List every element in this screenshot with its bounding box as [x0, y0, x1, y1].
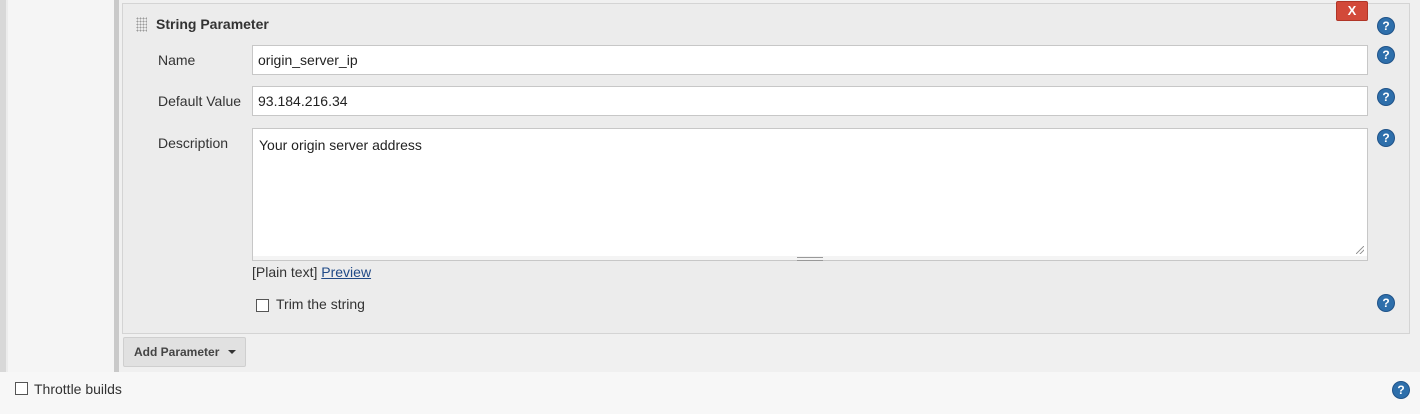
resize-grip-icon[interactable] [1356, 246, 1364, 254]
nesting-bar [114, 0, 119, 372]
parameter-title: String Parameter [156, 16, 269, 32]
throttle-builds-checkbox[interactable] [15, 382, 28, 395]
throttle-help-icon[interactable]: ? [1393, 382, 1409, 398]
description-help-icon[interactable]: ? [1378, 130, 1394, 146]
add-parameter-button[interactable]: Add Parameter [123, 337, 246, 367]
default-value-label: Default Value [158, 93, 242, 109]
expand-handle-icon[interactable] [797, 257, 823, 261]
drag-handle-icon[interactable] [136, 17, 147, 32]
caret-down-icon [228, 350, 236, 354]
trim-string-checkbox[interactable] [256, 299, 269, 312]
throttle-builds-label: Throttle builds [34, 381, 122, 397]
trim-help-icon[interactable]: ? [1378, 295, 1394, 311]
name-help-icon[interactable]: ? [1378, 47, 1394, 63]
default-value-help-icon[interactable]: ? [1378, 89, 1394, 105]
description-textarea[interactable]: Your origin server address [252, 128, 1368, 257]
default-value-input[interactable] [252, 86, 1368, 116]
help-icon[interactable]: ? [1378, 18, 1394, 34]
add-parameter-label: Add Parameter [134, 345, 220, 359]
delete-parameter-button[interactable]: X [1336, 1, 1368, 21]
preview-link[interactable]: Preview [321, 264, 371, 280]
markup-format-line: [Plain text] Preview [252, 264, 371, 280]
description-label: Description [158, 135, 229, 151]
name-label: Name [158, 52, 196, 68]
name-input[interactable] [252, 45, 1368, 75]
throttle-row [0, 372, 1420, 414]
plain-text-label: [Plain text] [252, 264, 318, 280]
trim-string-label: Trim the string [276, 296, 365, 312]
left-border-inner [6, 0, 8, 372]
